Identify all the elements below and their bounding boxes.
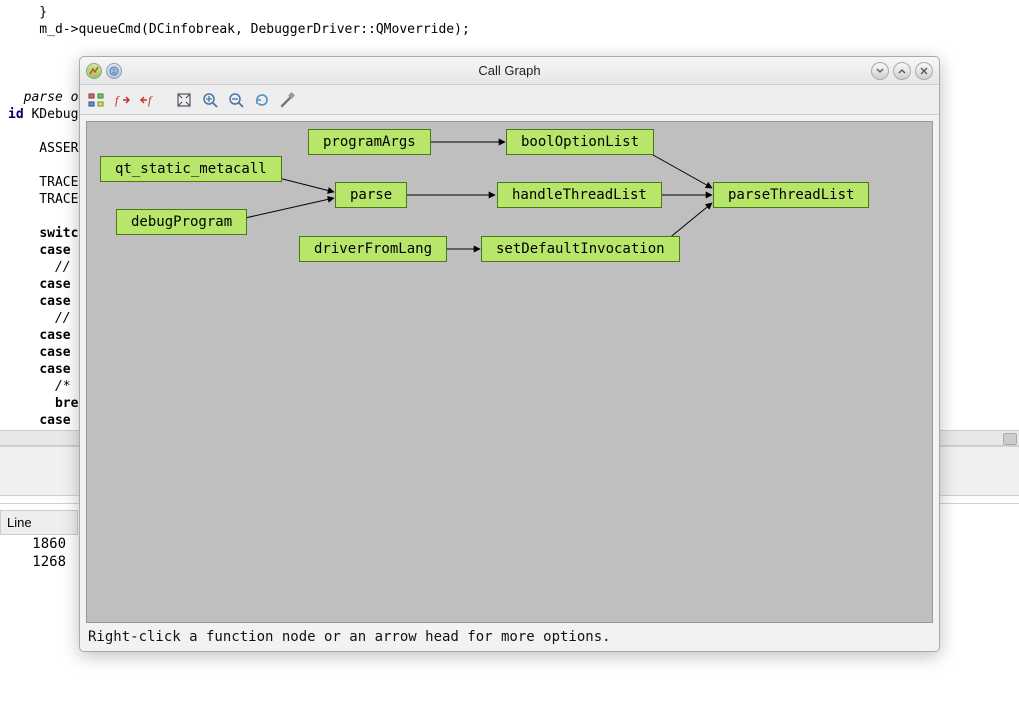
zoom-in-icon[interactable] <box>198 88 222 112</box>
node-setDefaultInvocation[interactable]: setDefaultInvocation <box>481 236 680 262</box>
titlebar[interactable]: Call Graph <box>80 57 939 85</box>
maximize-button[interactable] <box>893 62 911 80</box>
node-parse[interactable]: parse <box>335 182 407 208</box>
zoom-out-icon[interactable] <box>224 88 248 112</box>
node-driverFromLang[interactable]: driverFromLang <box>299 236 447 262</box>
layout-icon[interactable] <box>84 88 108 112</box>
minimize-button[interactable] <box>871 62 889 80</box>
toolbar: f f <box>80 85 939 115</box>
call-out-icon[interactable]: f <box>110 88 134 112</box>
node-programArgs[interactable]: programArgs <box>308 129 431 155</box>
fit-icon[interactable] <box>172 88 196 112</box>
node-qt-static-metacall[interactable]: qt_static_metacall <box>100 156 282 182</box>
close-button[interactable] <box>915 62 933 80</box>
column-header-line[interactable]: Line <box>0 510 78 535</box>
node-debugProgram[interactable]: debugProgram <box>116 209 247 235</box>
dialog-title: Call Graph <box>80 63 939 78</box>
graph-canvas[interactable]: qt_static_metacall debugProgram programA… <box>86 121 933 623</box>
hint-text: Right-click a function node or an arrow … <box>86 623 933 645</box>
refresh-icon[interactable] <box>250 88 274 112</box>
line-cell[interactable]: 1268 <box>0 554 78 570</box>
node-handleThreadList[interactable]: handleThreadList <box>497 182 662 208</box>
node-parseThreadList[interactable]: parseThreadList <box>713 182 869 208</box>
svg-text:f: f <box>148 93 153 107</box>
line-cell[interactable]: 1860 <box>0 536 78 552</box>
call-in-icon[interactable]: f <box>136 88 160 112</box>
call-graph-dialog: Call Graph f f <box>79 56 940 652</box>
settings-icon[interactable] <box>276 88 300 112</box>
node-boolOptionList[interactable]: boolOptionList <box>506 129 654 155</box>
svg-text:f: f <box>115 93 120 107</box>
